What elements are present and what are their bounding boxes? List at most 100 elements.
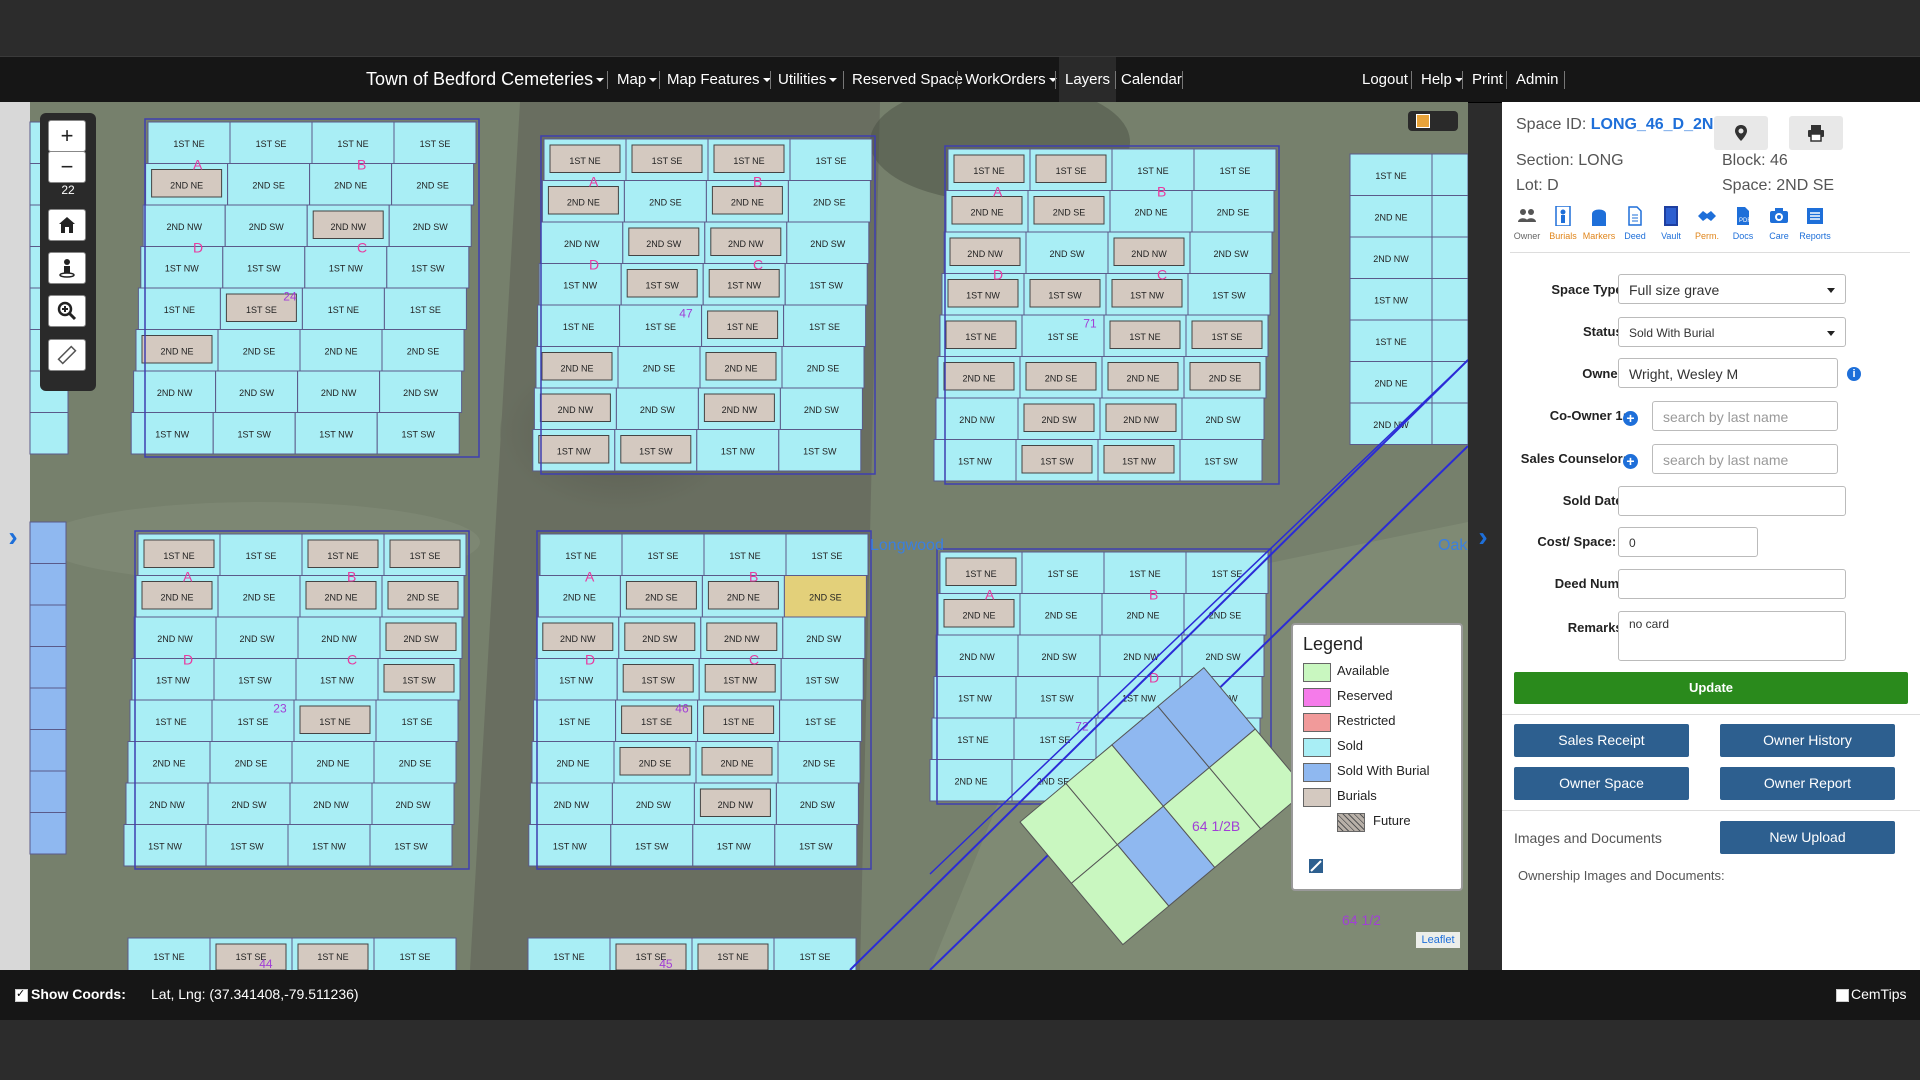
grave-space[interactable] bbox=[1431, 195, 1468, 238]
print-button[interactable] bbox=[1789, 116, 1843, 150]
grave-space-label: 1ST SE bbox=[652, 156, 683, 166]
owner-history-button[interactable]: Owner History bbox=[1720, 724, 1895, 757]
grave-space[interactable] bbox=[1431, 319, 1468, 362]
tab-docs[interactable]: PDF Docs bbox=[1724, 202, 1762, 248]
lot-letter-label: B bbox=[1149, 587, 1158, 603]
grave-space-label: 1ST SE bbox=[1048, 569, 1079, 579]
remarks-textarea[interactable]: no card bbox=[1618, 611, 1846, 661]
grave-space-label: 2ND SE bbox=[1045, 373, 1078, 383]
new-upload-button[interactable]: New Upload bbox=[1720, 821, 1895, 854]
space-type-select[interactable]: Full size grave bbox=[1618, 274, 1846, 304]
lot-letter-label: A bbox=[585, 569, 595, 585]
grave-space[interactable] bbox=[29, 729, 67, 772]
nav-separator bbox=[1411, 71, 1412, 89]
grave-space-label: 2ND SE bbox=[807, 363, 840, 373]
grave-space-label: 1ST SW bbox=[639, 446, 673, 456]
nav-item-workorders[interactable]: WorkOrders bbox=[965, 57, 1057, 102]
sold-date-input[interactable] bbox=[1618, 486, 1846, 516]
tab-owner[interactable]: Owner bbox=[1508, 202, 1546, 248]
nav-item-calendar[interactable]: Calendar bbox=[1121, 57, 1182, 102]
nav-item-label: Help bbox=[1421, 71, 1452, 88]
owner-input[interactable]: Wright, Wesley M bbox=[1618, 358, 1838, 388]
map-lot-label: 64 1/2 bbox=[1342, 912, 1381, 928]
add-sales-counselor-icon[interactable]: + bbox=[1623, 454, 1638, 469]
zoom-region-icon[interactable] bbox=[48, 295, 86, 327]
co-owner-search-input[interactable]: search by last name bbox=[1652, 401, 1838, 431]
grave-space-label: 2ND SW bbox=[231, 800, 267, 810]
section-divider bbox=[1502, 714, 1920, 715]
nav-item-map[interactable]: Map bbox=[617, 57, 658, 102]
grave-space-label: 2ND SW bbox=[413, 222, 449, 232]
grave-space-label: 2ND NW bbox=[560, 634, 596, 644]
tab-reports[interactable]: Reports bbox=[1796, 202, 1834, 248]
owner-report-button[interactable]: Owner Report bbox=[1720, 767, 1895, 800]
nav-separator bbox=[659, 71, 660, 89]
grave-space[interactable] bbox=[1431, 402, 1468, 445]
tab-care[interactable]: Care bbox=[1760, 202, 1798, 248]
grave-space-label: 1ST NE bbox=[563, 322, 594, 332]
sales-counselor-search-input[interactable]: search by last name bbox=[1652, 444, 1838, 474]
nav-item-map-features[interactable]: Map Features bbox=[667, 57, 771, 102]
grave-space-label: 1ST NW bbox=[557, 446, 591, 456]
nav-item-admin[interactable]: Admin bbox=[1516, 57, 1559, 102]
zoom-in-icon[interactable]: + bbox=[48, 120, 86, 152]
tab-perm[interactable]: Perm. bbox=[1688, 202, 1726, 248]
grave-space-label: 1ST SE bbox=[645, 322, 676, 332]
grave-space-label: 1ST NW bbox=[553, 841, 587, 851]
tab-deed[interactable]: Deed bbox=[1616, 202, 1654, 248]
cemetery-map[interactable]: 1ST NE 1ST SE 1ST NE 1ST SE 2ND NE 2ND SE 2ND … bbox=[0, 102, 1468, 970]
window-top-band bbox=[0, 0, 1920, 56]
grave-space[interactable] bbox=[1431, 236, 1468, 279]
map-canvas[interactable]: 1ST NE 1ST SE 1ST NE 1ST SE 2ND NE 2ND SE 2ND … bbox=[0, 102, 1468, 970]
status-select[interactable]: Sold With Burial bbox=[1618, 317, 1846, 347]
deed-input[interactable] bbox=[1618, 569, 1846, 599]
expand-left-arrow-icon[interactable]: › bbox=[4, 522, 22, 552]
nav-item-utilities[interactable]: Utilities bbox=[778, 57, 838, 102]
grave-space[interactable] bbox=[29, 521, 67, 564]
grave-space[interactable] bbox=[29, 563, 67, 606]
grave-space[interactable] bbox=[29, 646, 67, 689]
grave-space[interactable] bbox=[29, 687, 67, 730]
measure-icon[interactable] bbox=[48, 339, 86, 371]
update-button[interactable]: Update bbox=[1514, 672, 1908, 704]
grave-space[interactable] bbox=[29, 770, 67, 813]
grave-space-label: 1ST NW bbox=[312, 841, 346, 851]
nav-item-reserved-space[interactable]: Reserved Space bbox=[852, 57, 963, 102]
street-view-icon[interactable] bbox=[48, 252, 86, 284]
nav-item-help[interactable]: Help bbox=[1421, 57, 1463, 102]
owner-space-button[interactable]: Owner Space bbox=[1514, 767, 1689, 800]
nav-brand-menu[interactable]: Town of Bedford Cemeteries bbox=[366, 57, 605, 102]
home-icon[interactable] bbox=[48, 209, 86, 241]
grave-space[interactable] bbox=[1431, 278, 1468, 321]
owner-info-icon[interactable]: i bbox=[1847, 367, 1861, 381]
grave-space[interactable] bbox=[1431, 361, 1468, 404]
add-co-owner-icon[interactable]: + bbox=[1623, 411, 1638, 426]
tab-burials[interactable]: Burials bbox=[1544, 202, 1582, 248]
grave-space-label: 1ST NE bbox=[1129, 569, 1160, 579]
zoom-out-icon[interactable]: − bbox=[48, 151, 86, 183]
nav-item-print[interactable]: Print bbox=[1472, 57, 1503, 102]
grave-space[interactable] bbox=[29, 604, 67, 647]
show-coords-checkbox[interactable] bbox=[15, 987, 28, 1002]
grave-space-label: 2ND NW bbox=[313, 800, 349, 810]
grave-space-label: 1ST SE bbox=[238, 717, 269, 727]
grave-space[interactable] bbox=[29, 412, 69, 455]
vault-icon bbox=[1664, 206, 1678, 226]
tab-vault[interactable]: Vault bbox=[1652, 202, 1690, 248]
layer-toggle-button[interactable] bbox=[1408, 111, 1458, 131]
nav-item-logout[interactable]: Logout bbox=[1362, 57, 1408, 102]
sales-receipt-button[interactable]: Sales Receipt bbox=[1514, 724, 1689, 757]
nav-item-layers[interactable]: Layers bbox=[1059, 57, 1117, 102]
leaflet-attribution-link[interactable]: Leaflet bbox=[1416, 932, 1460, 948]
grave-space[interactable] bbox=[29, 812, 67, 855]
grave-space-label: 2ND SE bbox=[813, 197, 846, 207]
grave-space-label: 2ND NE bbox=[170, 180, 203, 190]
expand-right-arrow-icon[interactable]: › bbox=[1474, 522, 1492, 552]
grave-space-label: 1ST NW bbox=[329, 263, 363, 273]
cost-input[interactable]: 0 bbox=[1618, 527, 1758, 557]
lot-letter-label: D bbox=[193, 240, 203, 256]
grave-space[interactable] bbox=[1431, 153, 1468, 196]
locate-on-map-button[interactable] bbox=[1714, 116, 1768, 150]
cemtips-checkbox[interactable] bbox=[1836, 989, 1849, 1002]
tab-markers[interactable]: Markers bbox=[1580, 202, 1618, 248]
